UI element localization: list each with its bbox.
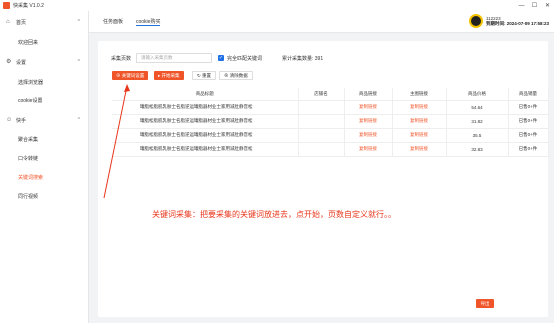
tab-task-panel[interactable]: 任务面板 [103, 18, 123, 25]
table-row: 罐脂松脂肌乳肤士名脂逆运罐脂器材业士家用减肚静音松 复制链接 复制链接 35.5… [112, 128, 549, 143]
sidebar-item-label: 首页 [16, 19, 27, 26]
app-window: 快采集 V1.0.2 — ☐ ✕ ⌂ 首页 ^ 欢迎回来 ⚙ 设置 ^ 选择浏览… [0, 0, 554, 323]
table-row: 罐脂松脂肌乳肤士名脂逆运罐脂器材业士家用减肚静音松 复制链接 复制链接 32.8… [112, 142, 549, 157]
sidebar-item-welcome[interactable]: 欢迎回来 [0, 33, 89, 51]
cell-sales: 已售0+件 [508, 114, 549, 129]
sidebar-item-settings[interactable]: ⚙ 设置 ^ [0, 53, 89, 71]
sidebar-item-aggregate[interactable]: 聚合采集 [0, 130, 89, 148]
sidebar-item-label: 快手 [16, 117, 27, 124]
cell-price: 31.82 [446, 114, 509, 129]
copy-product-link[interactable]: 复制链接 [344, 142, 393, 157]
copy-image-link[interactable]: 复制链接 [392, 100, 447, 115]
table-row: 罐脂松脂肌乳肤士名脂逆运罐脂器材业士家用减肚静音松 复制链接 复制链接 54.6… [112, 100, 549, 115]
sidebar-item-label: 聚合采集 [18, 136, 39, 143]
col-price: 商品价格 [446, 88, 509, 101]
copy-product-link[interactable]: 复制链接 [344, 114, 393, 129]
col-image-link: 主图链接 [392, 88, 447, 101]
sidebar-item-label: 设置 [16, 59, 27, 66]
sidebar-item-label: 欢迎回来 [18, 39, 39, 46]
minimize-button[interactable]: — [515, 0, 528, 11]
pages-input[interactable]: 请输入采集页数 [136, 53, 212, 63]
sidebar-item-link-convert[interactable]: 口令转链 [0, 149, 89, 167]
cell-sales: 已售0+件 [508, 142, 549, 157]
copy-image-link[interactable]: 复制链接 [392, 128, 447, 143]
sidebar-item-label: 选择浏览器 [18, 79, 44, 86]
sidebar-item-label: cookie设置 [18, 97, 43, 104]
cell-sales: 已售0+件 [508, 100, 549, 115]
sidebar-item-label: 关键词搜索 [18, 174, 44, 181]
maximize-button[interactable]: ☐ [528, 0, 541, 11]
cell-title: 罐脂松脂肌乳肤士名脂逆运罐脂器材业士家用减肚静音松 [112, 100, 299, 115]
title-bar: 快采集 V1.0.2 — ☐ ✕ [0, 0, 554, 11]
cell-price: 32.83 [446, 142, 509, 157]
sidebar-item-keyword-search[interactable]: 关键词搜索 [0, 168, 89, 186]
main-panel: 采集页数 请输入采集页数 ✓ 完全匹配关键词 累计采集数量: 391 ⊕ 关键词… [98, 41, 549, 317]
avatar[interactable] [468, 14, 483, 28]
app-logo-icon [3, 2, 10, 9]
table-row: 罐脂松脂肌乳肤士名脂逆运罐脂器材业士家用减肚静音松 复制链接 复制链接 31.8… [112, 114, 549, 129]
pages-label: 采集页数 [111, 56, 132, 62]
cell-sales: 已售0+件 [508, 128, 549, 143]
sidebar-item-kuaishou[interactable]: ☺ 快手 ^ [0, 111, 89, 129]
cell-price: 35.5 [446, 128, 509, 143]
exact-match-label: 完全匹配关键词 [227, 56, 263, 62]
clear-data-button[interactable]: ⊗ 清除数据 [219, 71, 253, 80]
cell-shop [298, 142, 345, 157]
sidebar-item-browser[interactable]: 选择浏览器 [0, 73, 89, 91]
user-icon: ☺ [6, 117, 13, 123]
chevron-up-icon: ^ [77, 19, 80, 25]
copy-product-link[interactable]: 复制链接 [344, 100, 393, 115]
expiry-date: 到期时间: 2024-07-09 17:58:23 [485, 21, 549, 26]
cell-shop [298, 100, 345, 115]
close-button[interactable]: ✕ [541, 0, 554, 11]
copy-product-link[interactable]: 复制链接 [344, 128, 393, 143]
window-title: 快采集 V1.0.2 [13, 3, 44, 9]
top-header: 任务面板 cookie购买 112223 到期时间: 2024-07-09 17… [89, 11, 554, 33]
col-title: 商品标题 [112, 88, 299, 101]
cell-title: 罐脂松脂肌乳肤士名脂逆运罐脂器材业士家用减肚静音松 [112, 128, 299, 143]
copy-image-link[interactable]: 复制链接 [392, 142, 447, 157]
exact-match-checkbox[interactable]: ✓ [218, 55, 224, 61]
home-icon: ⌂ [6, 19, 10, 25]
start-button[interactable]: ▸ 开始采集 [154, 71, 184, 80]
user-info: 112223 到期时间: 2024-07-09 17:58:23 [468, 14, 549, 28]
sidebar-item-label: 同行视频 [18, 193, 39, 200]
copy-image-link[interactable]: 复制链接 [392, 114, 447, 129]
sidebar: ⌂ 首页 ^ 欢迎回来 ⚙ 设置 ^ 选择浏览器 cookie设置 ☺ 快手 ^… [0, 11, 89, 323]
col-product-link: 商品链接 [344, 88, 393, 101]
tab-cookie-purchase[interactable]: cookie购买 [136, 18, 161, 26]
sidebar-item-cookie[interactable]: cookie设置 [0, 91, 89, 109]
cell-title: 罐脂松脂肌乳肤士名脂逆运罐脂器材业士家用减肚静音松 [112, 114, 299, 129]
export-button[interactable]: 导出 [476, 299, 494, 308]
col-shop: 店铺名 [298, 88, 345, 101]
total-count: 累计采集数量: 391 [282, 56, 324, 62]
cell-title: 罐脂松脂肌乳肤士名脂逆运罐脂器材业士家用减肚静音松 [112, 142, 299, 157]
col-sales: 商品销量 [508, 88, 549, 101]
reset-button[interactable]: ↻ 重置 [192, 71, 217, 80]
annotation-note: 关键词采集：把要采集的关键词放进去，点开始，页数自定义就行。。 [152, 210, 396, 219]
keyword-settings-button[interactable]: ⊕ 关键词设置 [112, 71, 149, 80]
cell-shop [298, 114, 345, 129]
cell-price: 54.64 [446, 100, 509, 115]
sidebar-item-peer-videos[interactable]: 同行视频 [0, 187, 89, 205]
sidebar-item-home[interactable]: ⌂ 首页 ^ [0, 13, 89, 31]
sidebar-item-label: 口令转链 [18, 155, 39, 162]
chevron-up-icon: ^ [77, 117, 80, 123]
gear-icon: ⚙ [6, 59, 12, 65]
results-table: 商品标题 店铺名 商品链接 主图链接 商品价格 商品销量 罐脂松脂肌乳肤士名脂逆… [112, 88, 549, 157]
cell-shop [298, 128, 345, 143]
chevron-up-icon: ^ [77, 59, 80, 65]
table-header-row: 商品标题 店铺名 商品链接 主图链接 商品价格 商品销量 [112, 88, 549, 101]
